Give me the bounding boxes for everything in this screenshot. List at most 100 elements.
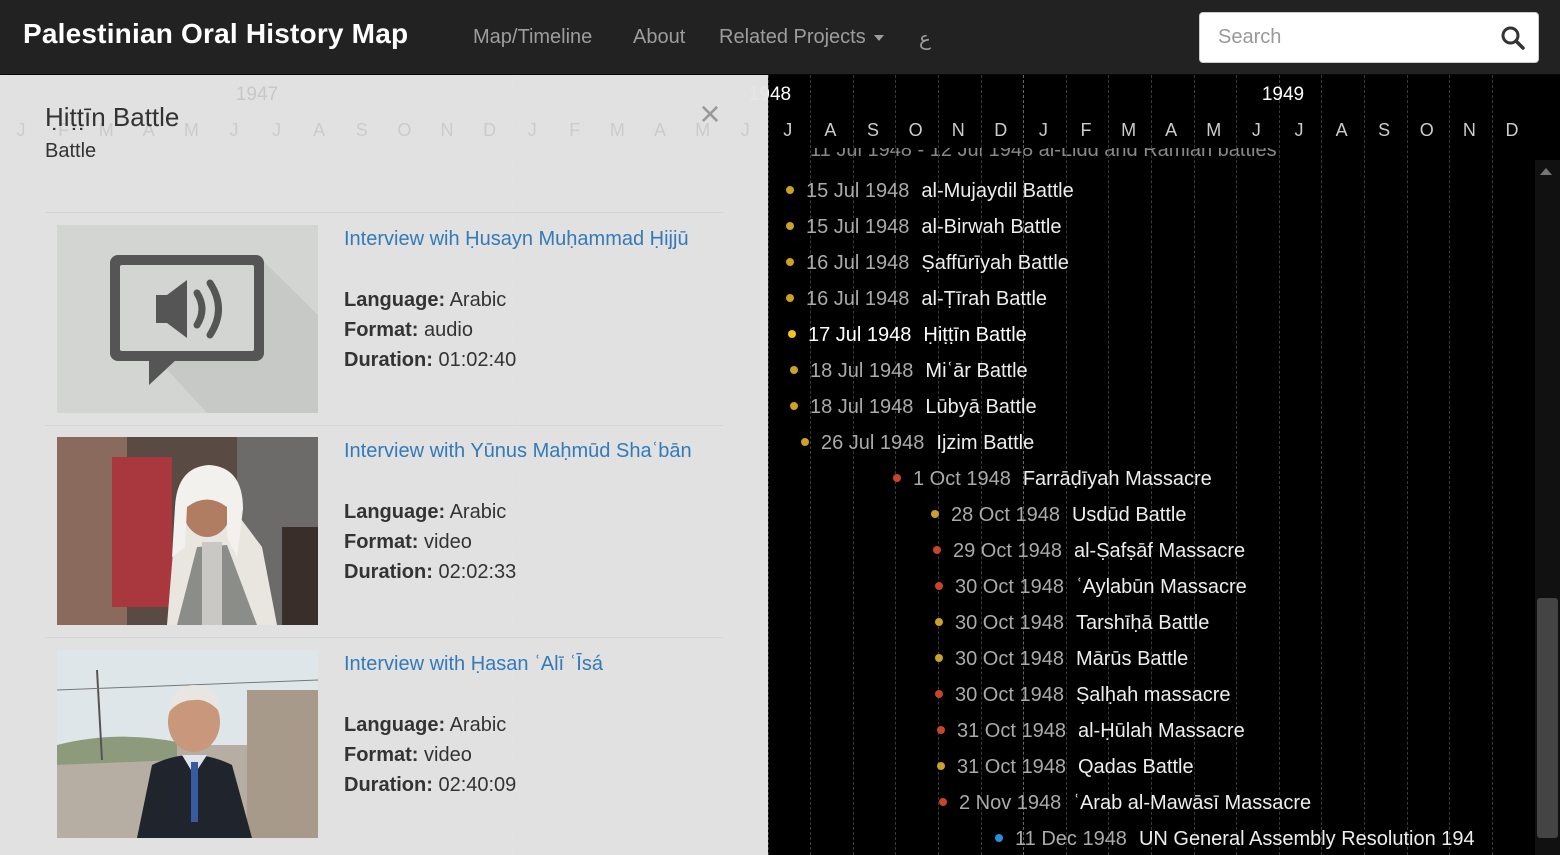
event-marker-icon — [939, 798, 947, 807]
event-title: Mārūs Battle — [1075, 648, 1189, 670]
search-icon[interactable] — [1500, 25, 1526, 51]
meta-duration-label: Duration: — [344, 349, 433, 371]
meta-format: Format: video — [344, 744, 472, 767]
month-label-ghost: D — [483, 120, 497, 140]
timeline-event[interactable]: 30 Oct 1948 Ṣalḥah massacre — [935, 680, 1231, 710]
month-label-ghost: M — [183, 120, 199, 140]
video-thumbnail[interactable] — [57, 650, 318, 838]
timeline-event[interactable]: 28 Oct 1948 Usdūd Battle — [931, 500, 1186, 530]
month-label-ghost: S — [355, 120, 368, 140]
event-date: 15 Jul 1948 — [806, 216, 910, 238]
month-label-ghost: N — [440, 120, 454, 140]
interview-item: Interview with Ḥasan ʿAlī ʿĪsá Language:… — [57, 650, 723, 840]
event-marker-icon — [935, 690, 943, 699]
timeline-event[interactable]: 31 Oct 1948 Qadas Battle — [937, 752, 1194, 782]
search-input[interactable] — [1200, 13, 1490, 62]
timeline-event-partial[interactable]: 11 Jul 1948 - 12 Jul 1948 al-Lidd and Ra… — [810, 148, 1277, 164]
timeline-event[interactable]: 2 Nov 1948 ʿArab al-Mawāsī Massacre — [939, 788, 1311, 818]
timeline-event[interactable]: 11 Dec 1948 UN General Assembly Resolutio… — [995, 824, 1475, 854]
timeline-event[interactable]: 15 Jul 1948 al-Mujaydil Battle — [786, 176, 1074, 206]
scrollbar-thumb[interactable] — [1537, 598, 1558, 838]
timeline-event[interactable]: 18 Jul 1948 Lūbyā Battle — [790, 392, 1037, 422]
timeline-event[interactable]: 26 Jul 1948 Ijzim Battle — [801, 428, 1034, 458]
event-title: al-Ḥūlah Massacre — [1077, 720, 1245, 742]
panel-title: Ḥiṭṭīn Battle — [45, 102, 180, 132]
site-brand[interactable]: Palestinian Oral History Map — [23, 18, 408, 50]
month-label: M — [1121, 120, 1137, 140]
event-date: 28 Oct 1948 — [951, 504, 1060, 526]
event-marker-icon — [786, 186, 794, 195]
nav-link-arabic[interactable]: ع — [919, 26, 931, 51]
month-label: A — [1335, 120, 1348, 140]
event-date: 30 Oct 1948 — [955, 612, 1064, 634]
month-label: A — [1165, 120, 1178, 140]
month-gridline — [1491, 75, 1493, 855]
meta-language-value: Arabic — [445, 501, 507, 523]
event-date: 30 Oct 1948 — [955, 648, 1064, 670]
timeline-event[interactable]: 1 Oct 1948 Farrāḍīyah Massacre — [893, 464, 1212, 494]
month-gridline — [1321, 75, 1323, 855]
event-title: Tarshīḥā Battle — [1075, 612, 1210, 634]
month-label-ghost: J — [272, 120, 282, 140]
event-marker-icon — [786, 258, 794, 267]
meta-format-label: Format: — [344, 744, 419, 766]
timeline-event[interactable]: 31 Oct 1948 al-Ḥūlah Massacre — [937, 716, 1245, 746]
timeline-event[interactable]: 30 Oct 1948 Mārūs Battle — [935, 644, 1188, 674]
month-label-ghost: M — [609, 120, 625, 140]
audio-thumbnail[interactable] — [57, 225, 318, 413]
timeline-event[interactable]: 17 Jul 1948 Ḥiṭṭīn Battle — [788, 320, 1027, 350]
event-date: 26 Jul 1948 — [821, 432, 925, 454]
timeline-event[interactable]: 18 Jul 1948 Miʿār Battle — [790, 356, 1028, 386]
event-marker-icon — [935, 654, 943, 663]
event-marker-icon — [788, 330, 796, 339]
close-icon[interactable]: × — [695, 96, 725, 132]
meta-duration-label: Duration: — [344, 561, 433, 583]
meta-format-value: video — [418, 744, 472, 766]
month-gridline — [1363, 75, 1365, 855]
video-still-image — [57, 650, 318, 838]
event-marker-icon — [935, 582, 943, 591]
timeline-event[interactable]: 30 Oct 1948 ʿAylabūn Massacre — [935, 572, 1247, 602]
event-marker-icon — [935, 618, 943, 627]
event-title: ʿArab al-Mawāsī Massacre — [1073, 792, 1312, 814]
meta-duration-label: Duration: — [344, 774, 433, 796]
speaker-bubble-icon — [110, 255, 318, 413]
interview-link[interactable]: Interview with Ḥasan ʿAlī ʿĪsá — [344, 653, 603, 676]
event-title: Miʿār Battle — [925, 360, 1028, 382]
event-date: 2 Nov 1948 — [959, 792, 1062, 814]
event-date: 18 Jul 1948 — [810, 396, 914, 418]
timeline-event[interactable]: 16 Jul 1948 Ṣaffūrīyah Battle — [786, 248, 1069, 278]
search-box — [1199, 12, 1539, 63]
event-marker-icon — [937, 726, 945, 735]
interview-link[interactable]: Interview wih Ḥusayn Muḥammad Ḥijjū — [344, 228, 689, 251]
event-title: al-Ṣafṣāf Massacre — [1073, 540, 1246, 562]
nav-link-map-timeline[interactable]: Map/Timeline — [473, 26, 592, 49]
video-thumbnail[interactable] — [57, 437, 318, 625]
meta-language-label: Language: — [344, 289, 446, 311]
month-label-ghost: J — [740, 120, 750, 140]
month-label-ghost: J — [527, 120, 537, 140]
meta-language: Language: Arabic — [344, 714, 506, 737]
meta-format-value: audio — [418, 319, 473, 341]
month-label: N — [951, 120, 965, 140]
panel-subtitle: Battle — [45, 140, 97, 162]
interview-link[interactable]: Interview with Yūnus Maḥmūd Shaʿbān — [344, 440, 692, 463]
timeline-event[interactable]: 15 Jul 1948 al-Birwah Battle — [786, 212, 1061, 242]
month-label: J — [1251, 120, 1261, 140]
event-title: ʿAylabūn Massacre — [1075, 576, 1247, 598]
scroll-up-arrow-icon[interactable] — [1540, 168, 1552, 175]
timeline-event[interactable]: 29 Oct 1948 al-Ṣafṣāf Massacre — [933, 536, 1245, 566]
divider — [45, 212, 723, 213]
month-label: J — [1038, 120, 1048, 140]
nav-link-about[interactable]: About — [633, 26, 685, 49]
timeline-event[interactable]: 30 Oct 1948 Tarshīḥā Battle — [935, 608, 1209, 638]
event-marker-icon — [931, 510, 939, 519]
event-title: Lūbyā Battle — [925, 396, 1037, 418]
event-date: 30 Oct 1948 — [955, 576, 1064, 598]
timeline-event[interactable]: 16 Jul 1948 al-Ṭīrah Battle — [786, 284, 1047, 314]
meta-format-value: video — [418, 531, 472, 553]
event-marker-icon — [933, 546, 941, 555]
event-title: Qadas Battle — [1077, 756, 1194, 778]
meta-duration: Duration: 01:02:40 — [344, 349, 516, 372]
nav-link-related-projects[interactable]: Related Projects — [719, 26, 884, 49]
